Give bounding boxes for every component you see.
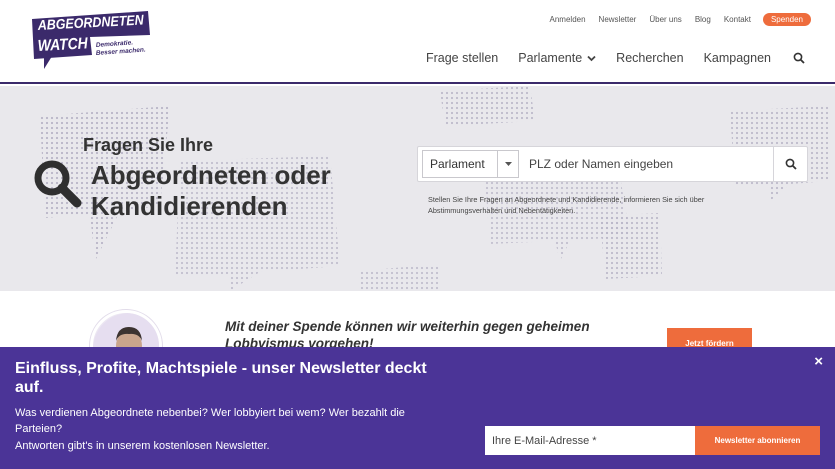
abgeordnetenwatch-logo[interactable]: ABGEORDNETEN WATCH Demokratie. Besser ma… [30, 11, 155, 76]
newsletter-title: Einfluss, Profite, Machtspiele - unser N… [15, 360, 427, 396]
newsletter-subtitle: Was verdienen Abgeordnete nebenbei? Wer … [15, 407, 405, 435]
nav-parliaments-label: Parlamente [518, 51, 583, 65]
email-field[interactable] [485, 426, 695, 455]
hero-description: Stellen Sie Ihre Fragen an Abgeordnete u… [428, 195, 705, 215]
close-icon[interactable]: × [814, 353, 823, 370]
nav-research-label: Recherchen [616, 51, 684, 65]
newsletter-subtitle-2: Antworten gibt's in unserem kostenlosen … [15, 440, 270, 452]
search-icon [785, 158, 797, 170]
hero-kicker: Fragen Sie Ihre [83, 135, 214, 155]
nav-ask-question[interactable]: Frage stellen [426, 51, 498, 65]
chevron-down-icon [504, 162, 512, 166]
hero-title: Abgeordneten oder Kandidierenden [91, 160, 331, 221]
search-submit-button[interactable] [773, 146, 807, 182]
main-nav: Frage stellen Parlamente Recherchen Kamp… [406, 51, 805, 65]
newsletter-link[interactable]: Newsletter [599, 15, 637, 24]
nav-research[interactable]: Recherchen [616, 51, 683, 65]
nav-parliaments[interactable]: Parlamente [518, 51, 596, 65]
donate-button[interactable]: Spenden [762, 13, 811, 26]
select-caret[interactable] [497, 150, 519, 178]
magnifier-icon [34, 160, 82, 208]
contact-link[interactable]: Kontakt [724, 15, 751, 24]
logo-line2: WATCH [37, 35, 88, 55]
chevron-down-icon [587, 55, 596, 61]
nav-ask-label: Frage stellen [425, 51, 499, 65]
top-nav: Anmelden Newsletter Über uns Blog Kontak… [537, 13, 811, 26]
blog-link[interactable]: Blog [695, 15, 711, 24]
parliament-select[interactable]: Parlament [422, 150, 497, 178]
nav-campaigns-label: Kampagnen [703, 51, 771, 65]
about-link[interactable]: Über uns [649, 15, 681, 24]
site-header: ABGEORDNETEN WATCH Demokratie. Besser ma… [0, 0, 835, 84]
nav-campaigns[interactable]: Kampagnen [704, 51, 771, 65]
subscribe-button[interactable]: Newsletter abonnieren [695, 426, 820, 455]
search-icon[interactable] [793, 52, 805, 64]
newsletter-overlay: Einfluss, Profite, Machtspiele - unser N… [0, 347, 835, 469]
login-link[interactable]: Anmelden [550, 15, 586, 24]
politician-search-form: Parlament [417, 146, 808, 182]
search-input[interactable] [519, 150, 773, 178]
